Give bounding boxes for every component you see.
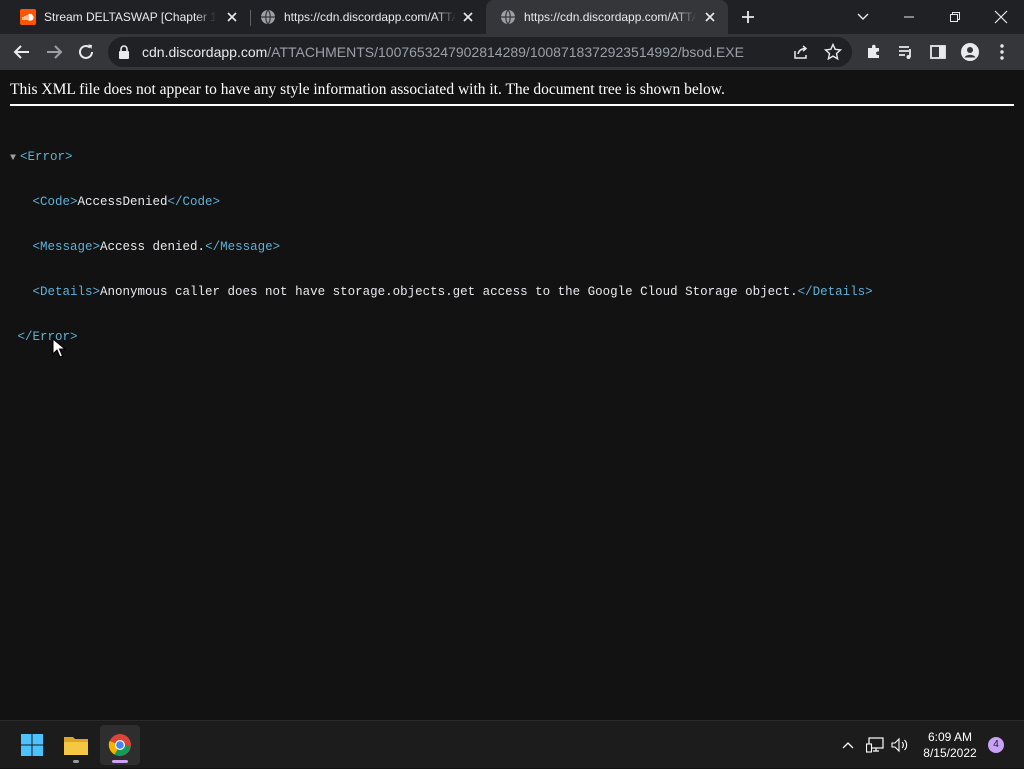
taskbar: 6:09 AM 8/15/2022 4 (0, 720, 1024, 768)
minimize-icon (904, 16, 914, 18)
show-hidden-icons-button[interactable] (838, 721, 858, 769)
restore-button[interactable] (932, 0, 978, 34)
xml-message-line: <Message>Access denied.</Message> (10, 240, 873, 255)
new-tab-button[interactable] (726, 0, 770, 34)
volume-icon (891, 737, 908, 753)
clock[interactable]: 6:09 AM 8/15/2022 (910, 729, 990, 761)
tab-discord-1[interactable]: https://cdn.discordapp.com/ATTACHMENTS/ (246, 0, 486, 34)
xml-tag: </Details> (797, 285, 873, 299)
tab-title: Stream DELTASWAP [Chapter 1] - (44, 10, 216, 24)
menu-button[interactable] (988, 38, 1016, 66)
tab-deltaswap[interactable]: Stream DELTASWAP [Chapter 1] - (6, 0, 250, 34)
reload-icon (79, 44, 93, 59)
file-explorer-icon (64, 737, 88, 755)
tab-title: https://cdn.discordapp.com/ATTACHMENTS/ (284, 10, 456, 24)
playlist-icon (899, 46, 911, 59)
extensions-button[interactable] (860, 38, 888, 66)
close-icon (994, 10, 1008, 24)
globe-icon (261, 9, 275, 25)
clock-date: 8/15/2022 (923, 746, 977, 760)
address-bar[interactable]: cdn.discordapp.com/ATTACHMENTS/100765324… (108, 37, 852, 67)
xml-message-value: Access denied. (100, 240, 206, 254)
puzzle-icon (868, 44, 879, 58)
bookmark-star-icon[interactable] (824, 43, 842, 61)
xml-code-line: <Code>AccessDenied</Code> (10, 195, 873, 210)
reload-button[interactable] (72, 38, 100, 66)
xml-tag: <Details> (32, 285, 101, 299)
xml-style-notice: This XML file does not appear to have an… (10, 81, 1014, 106)
close-tab-icon[interactable] (702, 9, 718, 25)
xml-tag: </Code> (167, 195, 221, 209)
start-button[interactable] (12, 725, 52, 765)
clock-time: 6:09 AM (927, 730, 973, 744)
file-explorer-button[interactable] (56, 725, 96, 765)
side-panel-icon (930, 45, 946, 59)
tab-title: https://cdn.discordapp.com/ATTACHMENTS/ (524, 10, 696, 24)
close-tab-icon[interactable] (460, 9, 476, 25)
xml-details-value: Anonymous caller does not have storage.o… (100, 285, 798, 299)
xml-error-close-line: </Error> (10, 330, 873, 345)
tab-search-button[interactable] (840, 0, 886, 34)
chevron-down-icon (857, 13, 869, 20)
close-window-button[interactable] (978, 0, 1024, 34)
xml-tree: ▼ <Error> <Code>AccessDenied</Code> <Mess… (10, 120, 873, 375)
globe-icon (501, 9, 515, 25)
share-icon[interactable] (792, 43, 810, 61)
chrome-icon (108, 734, 131, 756)
more-vertical-icon (1000, 44, 1004, 60)
mouse-cursor-icon (52, 338, 66, 358)
network-icon (866, 737, 884, 753)
restore-icon (950, 12, 960, 22)
arrow-right-icon (47, 45, 63, 59)
back-button[interactable] (8, 38, 36, 66)
soundcloud-icon (20, 9, 36, 25)
tab-strip: Stream DELTASWAP [Chapter 1] - https://c… (0, 0, 1024, 34)
xml-error-open-line[interactable]: ▼ <Error> (10, 150, 873, 165)
xml-code-value: AccessDenied (77, 195, 168, 209)
notification-badge[interactable]: 4 (988, 737, 1004, 753)
profile-icon (961, 43, 979, 61)
page-content: This XML file does not appear to have an… (0, 70, 1024, 720)
chevron-up-icon (842, 742, 854, 749)
close-tab-icon[interactable] (224, 9, 240, 25)
minimize-button[interactable] (886, 0, 932, 34)
profile-button[interactable] (956, 38, 984, 66)
network-button[interactable] (864, 721, 886, 769)
xml-tag: <Code> (32, 195, 78, 209)
xml-tag: <Message> (32, 240, 101, 254)
lock-icon[interactable] (118, 45, 130, 59)
url-path: /ATTACHMENTS/1007653247902814289/1008718… (267, 44, 744, 60)
xml-tag: </Error> (17, 330, 78, 344)
chrome-button[interactable] (100, 725, 140, 765)
collapse-triangle-icon[interactable]: ▼ (10, 151, 20, 166)
xml-tag: </Message> (205, 240, 281, 254)
xml-tag: <Error> (20, 150, 73, 164)
forward-button[interactable] (40, 38, 68, 66)
start-icon (21, 734, 43, 756)
xml-details-line: <Details>Anonymous caller does not have … (10, 285, 873, 300)
active-indicator (112, 760, 128, 763)
tab-discord-2[interactable]: https://cdn.discordapp.com/ATTACHMENTS/ (486, 0, 728, 34)
running-indicator (73, 760, 79, 763)
side-panel-button[interactable] (924, 38, 952, 66)
plus-icon (742, 11, 754, 23)
arrow-left-icon (13, 45, 29, 59)
browser-toolbar: cdn.discordapp.com/ATTACHMENTS/100765324… (0, 34, 1024, 70)
media-control-button[interactable] (892, 38, 920, 66)
url-text: cdn.discordapp.com/ATTACHMENTS/100765324… (142, 44, 744, 60)
volume-button[interactable] (889, 721, 911, 769)
url-host: cdn.discordapp.com (142, 44, 268, 60)
